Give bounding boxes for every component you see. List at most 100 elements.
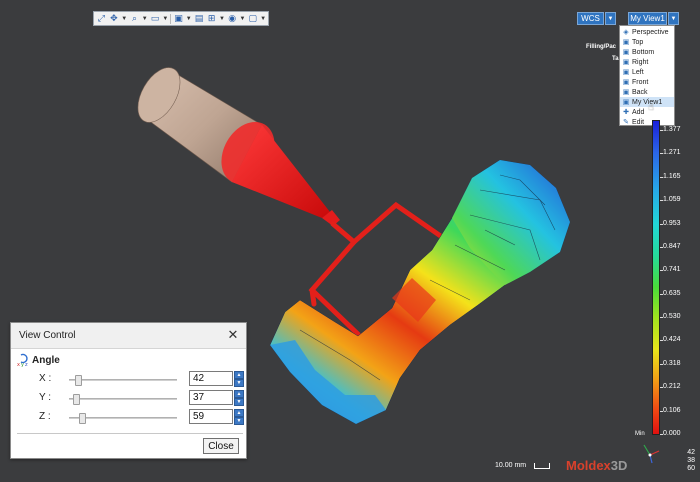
chevron-down-icon[interactable]: ▼ <box>162 16 168 22</box>
cube-icon[interactable]: ▣ <box>173 13 184 24</box>
z-angle-spinner[interactable]: ▲ ▼ <box>234 409 244 425</box>
angle-section-title: Angle <box>32 354 60 366</box>
top-view-icon: ▣ <box>622 38 630 46</box>
zoom-icon[interactable]: ⌕ <box>129 13 140 24</box>
axis-label: Y : <box>39 392 52 403</box>
chevron-down-icon[interactable]: ▼ <box>260 16 266 22</box>
view-frame-icon[interactable]: ▭ <box>150 13 161 24</box>
scale-bar <box>534 463 550 469</box>
save-view-icon[interactable]: ▤ <box>194 13 205 24</box>
chevron-down-icon[interactable]: ▼ <box>219 16 225 22</box>
view-menu: ◈ Perspective ▣ Top ▣ Bottom ▣ Right ▣ Left ▣… <box>619 25 675 126</box>
legend-tick <box>660 340 663 342</box>
menu-item-top[interactable]: ▣ Top <box>620 37 674 47</box>
slider-thumb[interactable] <box>75 375 83 386</box>
info-title: Filling/Pac <box>586 44 617 50</box>
legend-value-label: 0.424 <box>663 336 681 344</box>
brand-logo: Moldex3D <box>566 458 627 473</box>
legend-value-label: 0.635 <box>663 289 681 297</box>
spin-down-icon[interactable]: ▼ <box>234 417 244 425</box>
chevron-down-icon[interactable]: ▼ <box>186 16 192 22</box>
legend-tick <box>660 246 663 248</box>
menu-item-label: Right <box>632 58 649 66</box>
view-selector-dropdown-icon[interactable]: ▼ <box>668 12 679 25</box>
close-icon[interactable]: ✕ <box>222 325 244 347</box>
spin-up-icon[interactable]: ▲ <box>234 371 244 379</box>
legend-tick <box>660 363 663 365</box>
axis-row-z: Z : ▲▼ <box>11 409 248 425</box>
y-angle-input[interactable] <box>189 390 233 405</box>
chevron-down-icon[interactable]: ▼ <box>121 16 127 22</box>
menu-item-back[interactable]: ▣ Back <box>620 87 674 97</box>
menu-item-label: Back <box>632 88 648 96</box>
legend-tick <box>660 410 663 412</box>
menu-item-right[interactable]: ▣ Right <box>620 57 674 67</box>
fit-icon[interactable]: ⤢ <box>96 13 107 24</box>
menu-item-label: Bottom <box>632 48 655 56</box>
user-view-icon: ▣ <box>622 98 630 106</box>
legend-value-label: 0.106 <box>663 406 681 414</box>
left-view-icon: ▣ <box>622 68 630 76</box>
slider-thumb[interactable] <box>73 394 81 405</box>
legend-value-label: 1.271 <box>663 149 681 157</box>
color-legend-bar <box>652 120 660 435</box>
toolbar-separator <box>170 13 172 24</box>
legend-value-label: 0.318 <box>663 359 681 367</box>
legend-min-label: Min <box>635 431 645 437</box>
legend-tick <box>660 153 663 155</box>
close-button[interactable]: Close <box>203 438 239 454</box>
axis-label: X : <box>39 373 52 384</box>
view-selector-button[interactable]: My View1 <box>628 12 667 25</box>
legend-value-label: 1.059 <box>663 196 681 204</box>
legend-tick <box>660 270 663 272</box>
y-angle-slider[interactable] <box>69 394 177 405</box>
coordinate-system-dropdown-icon[interactable]: ▼ <box>605 12 616 25</box>
front-view-icon: ▣ <box>622 78 630 86</box>
chevron-down-icon[interactable]: ▼ <box>142 16 148 22</box>
eye-icon[interactable]: ◉ <box>227 13 238 24</box>
legend-value-label: 0.847 <box>663 242 681 250</box>
axis-triad-icon <box>643 444 660 464</box>
spin-up-icon[interactable]: ▲ <box>234 409 244 417</box>
legend-tick <box>660 387 663 389</box>
pan-icon[interactable]: ✥ <box>109 13 120 24</box>
coordinate-system-button[interactable]: WCS <box>577 12 604 25</box>
scale-label: 10.00 mm <box>495 462 527 469</box>
spin-down-icon[interactable]: ▼ <box>234 379 244 387</box>
x-angle-spinner[interactable]: ▲ ▼ <box>234 371 244 387</box>
y-angle-spinner[interactable]: ▲ ▼ <box>234 390 244 406</box>
brand-suffix: 3D <box>610 458 628 473</box>
x-angle-input[interactable] <box>189 371 233 386</box>
right-view-icon: ▣ <box>622 58 630 66</box>
z-angle-input[interactable] <box>189 409 233 424</box>
spin-down-icon[interactable]: ▼ <box>234 398 244 406</box>
legend-value-label: 0.953 <box>663 219 681 227</box>
menu-item-label: Perspective <box>632 28 669 36</box>
svg-text:x: x <box>17 362 20 367</box>
nozzle <box>137 67 340 226</box>
legend-tick <box>660 130 663 131</box>
display-mode-icon[interactable]: ▢ <box>247 13 258 24</box>
bottom-view-icon: ▣ <box>622 48 630 56</box>
menu-item-my-view1[interactable]: ▣ My View1 <box>620 97 674 107</box>
legend-tick <box>660 434 663 435</box>
grid-icon[interactable]: ⊞ <box>206 13 217 24</box>
menu-item-left[interactable]: ▣ Left <box>620 67 674 77</box>
chevron-down-icon[interactable]: ▼ <box>240 16 246 22</box>
slider-thumb[interactable] <box>79 413 87 424</box>
add-icon: ✚ <box>623 108 629 116</box>
menu-item-front[interactable]: ▣ Front <box>620 77 674 87</box>
legend-tick <box>660 317 663 319</box>
angle-section: x y z Angle <box>17 353 60 367</box>
svg-text:z: z <box>25 362 28 367</box>
angle-x-readout: 42 <box>687 449 695 456</box>
view-toolbar: ⤢ ✥ ▼ ⌕ ▼ ▭ ▼ ▣ ▼ ▤ ⊞ ▼ ◉ ▼ ▢ ▼ <box>93 11 269 26</box>
z-angle-slider[interactable] <box>69 413 177 424</box>
legend-value-label: 0.530 <box>663 313 681 321</box>
menu-item-add[interactable]: ✚ Add <box>620 107 674 117</box>
x-angle-slider[interactable] <box>69 375 177 386</box>
legend-value-label: 0.741 <box>663 266 681 274</box>
spin-up-icon[interactable]: ▲ <box>234 390 244 398</box>
menu-item-perspective[interactable]: ◈ Perspective <box>620 27 674 37</box>
menu-item-bottom[interactable]: ▣ Bottom <box>620 47 674 57</box>
